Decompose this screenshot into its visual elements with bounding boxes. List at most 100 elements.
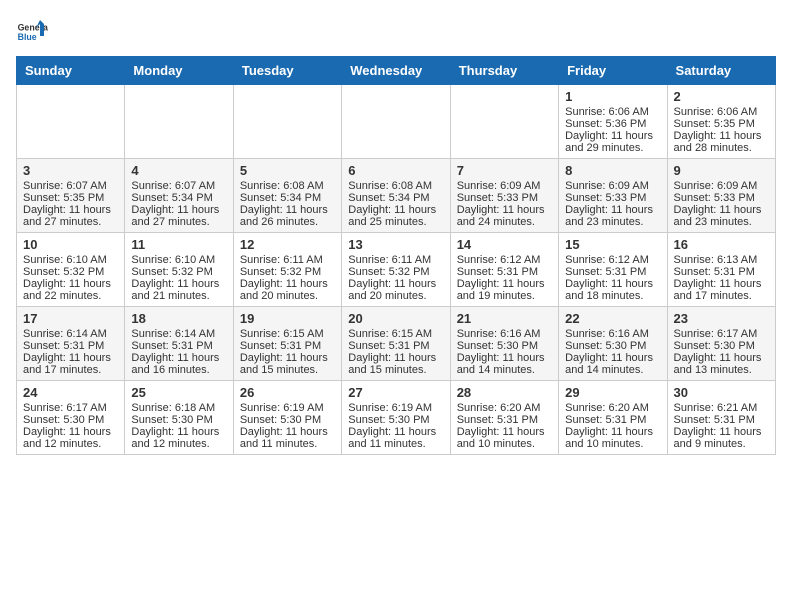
calendar-cell: 11 Sunrise: 6:10 AM Sunset: 5:32 PM Dayli… xyxy=(125,233,233,307)
day-info: Sunrise: 6:21 AM Sunset: 5:31 PM Dayligh… xyxy=(674,402,769,450)
calendar-cell xyxy=(450,85,558,159)
calendar-cell xyxy=(233,85,341,159)
day-number: 14 xyxy=(457,237,552,252)
day-number: 29 xyxy=(565,385,660,400)
calendar-cell xyxy=(342,85,450,159)
day-info: Sunrise: 6:13 AM Sunset: 5:31 PM Dayligh… xyxy=(674,254,769,302)
day-info: Sunrise: 6:10 AM Sunset: 5:32 PM Dayligh… xyxy=(131,254,226,302)
day-number: 19 xyxy=(240,311,335,326)
day-number: 4 xyxy=(131,163,226,178)
calendar-cell: 18 Sunrise: 6:14 AM Sunset: 5:31 PM Dayli… xyxy=(125,307,233,381)
calendar-header-row: SundayMondayTuesdayWednesdayThursdayFrid… xyxy=(17,57,776,85)
day-info: Sunrise: 6:12 AM Sunset: 5:31 PM Dayligh… xyxy=(565,254,660,302)
calendar-cell: 22Sunrise: 6:16 AM Sunset: 5:30 PM Dayli… xyxy=(559,307,667,381)
day-info: Sunrise: 6:07 AM Sunset: 5:34 PM Dayligh… xyxy=(131,180,226,228)
calendar-cell: 6 Sunrise: 6:08 AM Sunset: 5:34 PM Daylig… xyxy=(342,159,450,233)
day-number: 3 xyxy=(23,163,118,178)
calendar-cell: 2 Sunrise: 6:06 AM Sunset: 5:35 PM Daylig… xyxy=(667,85,775,159)
day-info: Sunrise: 6:06 AM Sunset: 5:36 PM Dayligh… xyxy=(565,106,660,154)
calendar-cell: 14Sunrise: 6:12 AM Sunset: 5:31 PM Dayli… xyxy=(450,233,558,307)
calendar-week-row: 17Sunrise: 6:14 AM Sunset: 5:31 PM Dayli… xyxy=(17,307,776,381)
calendar-cell: 27 Sunrise: 6:19 AM Sunset: 5:30 PM Dayli… xyxy=(342,381,450,455)
weekday-header-tuesday: Tuesday xyxy=(233,57,341,85)
day-number: 1 xyxy=(565,89,660,104)
day-info: Sunrise: 6:11 AM Sunset: 5:32 PM Dayligh… xyxy=(240,254,335,302)
calendar-cell: 20Sunrise: 6:15 AM Sunset: 5:31 PM Dayli… xyxy=(342,307,450,381)
day-number: 18 xyxy=(131,311,226,326)
calendar-cell: 5 Sunrise: 6:08 AM Sunset: 5:34 PM Daylig… xyxy=(233,159,341,233)
day-number: 25 xyxy=(131,385,226,400)
day-info: Sunrise: 6:08 AM Sunset: 5:34 PM Dayligh… xyxy=(240,180,335,228)
day-info: Sunrise: 6:07 AM Sunset: 5:35 PM Dayligh… xyxy=(23,180,118,228)
day-info: Sunrise: 6:17 AM Sunset: 5:30 PM Dayligh… xyxy=(674,328,769,376)
calendar-cell: 17Sunrise: 6:14 AM Sunset: 5:31 PM Dayli… xyxy=(17,307,125,381)
day-number: 12 xyxy=(240,237,335,252)
calendar-cell: 4 Sunrise: 6:07 AM Sunset: 5:34 PM Daylig… xyxy=(125,159,233,233)
calendar-week-row: 10Sunrise: 6:10 AM Sunset: 5:32 PM Dayli… xyxy=(17,233,776,307)
day-number: 9 xyxy=(674,163,769,178)
calendar-cell: 13 Sunrise: 6:11 AM Sunset: 5:32 PM Dayli… xyxy=(342,233,450,307)
day-number: 27 xyxy=(348,385,443,400)
day-info: Sunrise: 6:18 AM Sunset: 5:30 PM Dayligh… xyxy=(131,402,226,450)
day-info: Sunrise: 6:19 AM Sunset: 5:30 PM Dayligh… xyxy=(240,402,335,450)
calendar-cell: 28Sunrise: 6:20 AM Sunset: 5:31 PM Dayli… xyxy=(450,381,558,455)
day-number: 30 xyxy=(674,385,769,400)
day-number: 15 xyxy=(565,237,660,252)
day-info: Sunrise: 6:06 AM Sunset: 5:35 PM Dayligh… xyxy=(674,106,769,154)
logo-icon: General Blue xyxy=(16,16,48,48)
svg-text:Blue: Blue xyxy=(18,32,37,42)
day-info: Sunrise: 6:09 AM Sunset: 5:33 PM Dayligh… xyxy=(457,180,552,228)
page-header: General Blue xyxy=(16,16,776,48)
day-number: 7 xyxy=(457,163,552,178)
day-number: 24 xyxy=(23,385,118,400)
calendar-cell: 3 Sunrise: 6:07 AM Sunset: 5:35 PM Daylig… xyxy=(17,159,125,233)
calendar-cell: 12 Sunrise: 6:11 AM Sunset: 5:32 PM Dayli… xyxy=(233,233,341,307)
day-info: Sunrise: 6:09 AM Sunset: 5:33 PM Dayligh… xyxy=(565,180,660,228)
day-number: 20 xyxy=(348,311,443,326)
day-info: Sunrise: 6:14 AM Sunset: 5:31 PM Dayligh… xyxy=(131,328,226,376)
calendar-cell: 23 Sunrise: 6:17 AM Sunset: 5:30 PM Dayli… xyxy=(667,307,775,381)
weekday-header-monday: Monday xyxy=(125,57,233,85)
day-info: Sunrise: 6:16 AM Sunset: 5:30 PM Dayligh… xyxy=(457,328,552,376)
day-info: Sunrise: 6:20 AM Sunset: 5:31 PM Dayligh… xyxy=(565,402,660,450)
calendar-week-row: 1 Sunrise: 6:06 AM Sunset: 5:36 PM Daylig… xyxy=(17,85,776,159)
calendar-cell xyxy=(17,85,125,159)
day-number: 23 xyxy=(674,311,769,326)
calendar-cell: 1 Sunrise: 6:06 AM Sunset: 5:36 PM Daylig… xyxy=(559,85,667,159)
calendar-cell: 7 Sunrise: 6:09 AM Sunset: 5:33 PM Daylig… xyxy=(450,159,558,233)
day-number: 26 xyxy=(240,385,335,400)
day-info: Sunrise: 6:08 AM Sunset: 5:34 PM Dayligh… xyxy=(348,180,443,228)
day-info: Sunrise: 6:11 AM Sunset: 5:32 PM Dayligh… xyxy=(348,254,443,302)
calendar-table: SundayMondayTuesdayWednesdayThursdayFrid… xyxy=(16,56,776,455)
day-info: Sunrise: 6:10 AM Sunset: 5:32 PM Dayligh… xyxy=(23,254,118,302)
day-number: 11 xyxy=(131,237,226,252)
calendar-cell: 29 Sunrise: 6:20 AM Sunset: 5:31 PM Dayli… xyxy=(559,381,667,455)
day-info: Sunrise: 6:17 AM Sunset: 5:30 PM Dayligh… xyxy=(23,402,118,450)
calendar-cell: 26 Sunrise: 6:19 AM Sunset: 5:30 PM Dayli… xyxy=(233,381,341,455)
day-number: 16 xyxy=(674,237,769,252)
weekday-header-friday: Friday xyxy=(559,57,667,85)
day-number: 5 xyxy=(240,163,335,178)
calendar-week-row: 24 Sunrise: 6:17 AM Sunset: 5:30 PM Dayli… xyxy=(17,381,776,455)
logo: General Blue xyxy=(16,16,48,48)
calendar-cell: 9 Sunrise: 6:09 AM Sunset: 5:33 PM Daylig… xyxy=(667,159,775,233)
day-number: 6 xyxy=(348,163,443,178)
calendar-cell: 10Sunrise: 6:10 AM Sunset: 5:32 PM Dayli… xyxy=(17,233,125,307)
calendar-cell: 8 Sunrise: 6:09 AM Sunset: 5:33 PM Daylig… xyxy=(559,159,667,233)
day-info: Sunrise: 6:09 AM Sunset: 5:33 PM Dayligh… xyxy=(674,180,769,228)
day-info: Sunrise: 6:20 AM Sunset: 5:31 PM Dayligh… xyxy=(457,402,552,450)
weekday-header-thursday: Thursday xyxy=(450,57,558,85)
calendar-week-row: 3 Sunrise: 6:07 AM Sunset: 5:35 PM Daylig… xyxy=(17,159,776,233)
calendar-cell: 24 Sunrise: 6:17 AM Sunset: 5:30 PM Dayli… xyxy=(17,381,125,455)
day-number: 21 xyxy=(457,311,552,326)
calendar-cell: 19 Sunrise: 6:15 AM Sunset: 5:31 PM Dayli… xyxy=(233,307,341,381)
day-number: 8 xyxy=(565,163,660,178)
day-number: 2 xyxy=(674,89,769,104)
day-info: Sunrise: 6:19 AM Sunset: 5:30 PM Dayligh… xyxy=(348,402,443,450)
weekday-header-wednesday: Wednesday xyxy=(342,57,450,85)
calendar-cell: 25 Sunrise: 6:18 AM Sunset: 5:30 PM Dayli… xyxy=(125,381,233,455)
day-info: Sunrise: 6:15 AM Sunset: 5:31 PM Dayligh… xyxy=(240,328,335,376)
day-number: 13 xyxy=(348,237,443,252)
calendar-cell: 30 Sunrise: 6:21 AM Sunset: 5:31 PM Dayli… xyxy=(667,381,775,455)
day-info: Sunrise: 6:14 AM Sunset: 5:31 PM Dayligh… xyxy=(23,328,118,376)
